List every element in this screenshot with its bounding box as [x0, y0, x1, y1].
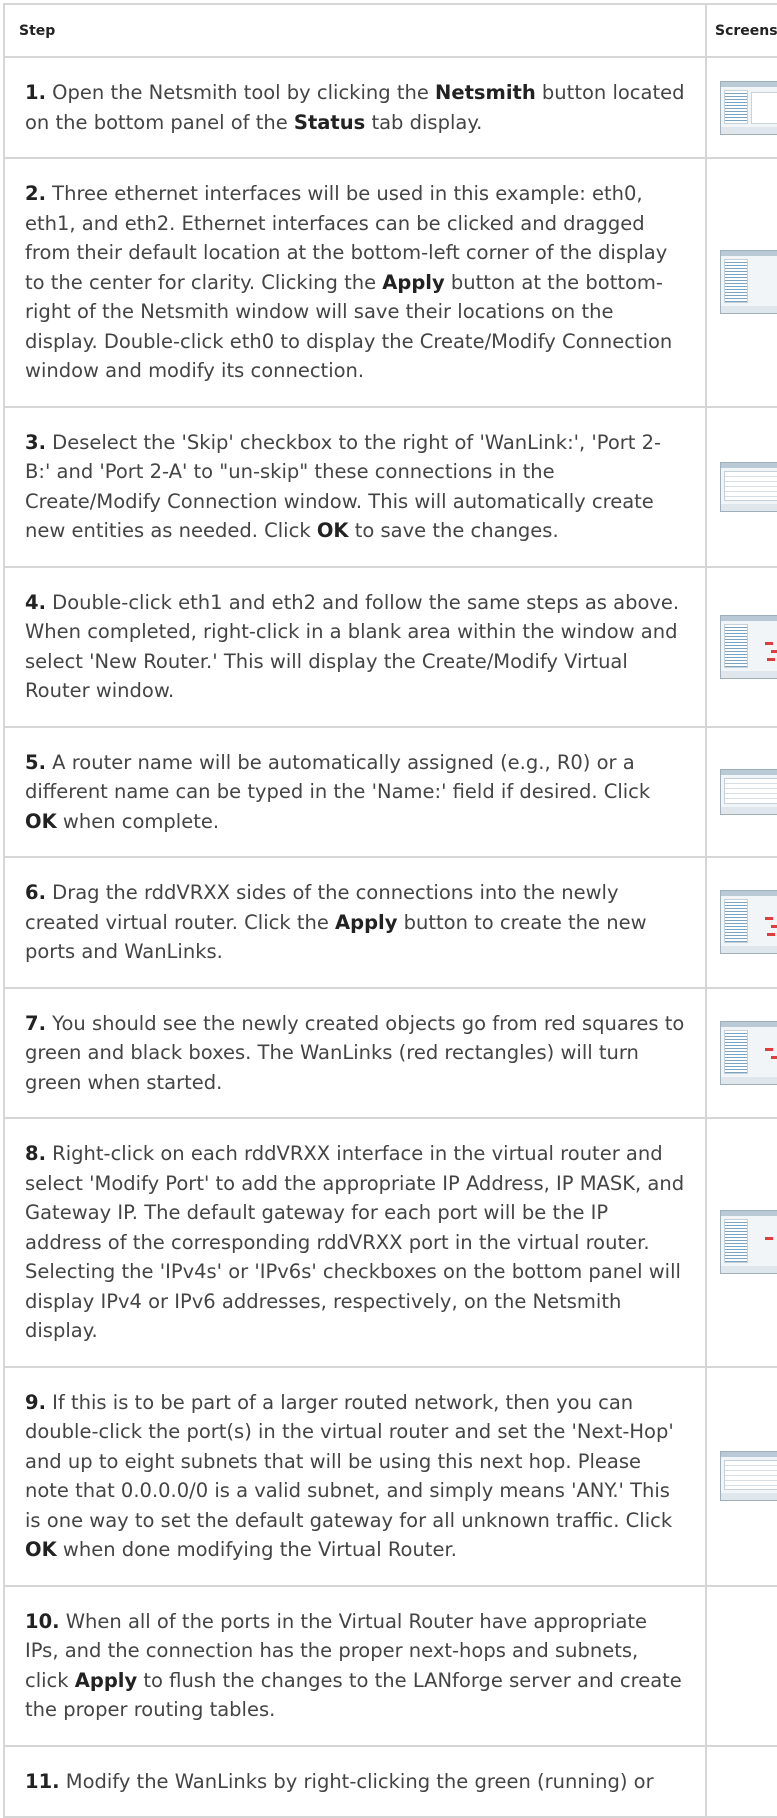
- step-6-text: 6. Drag the rddVRXX sides of the connect…: [3, 856, 707, 989]
- step-1-screenshot-thumbnail[interactable]: [720, 80, 777, 135]
- step-number: 2.: [25, 182, 46, 205]
- step-8-text: 8. Right-click on each rddVRXX interface…: [3, 1117, 707, 1368]
- step-2-screenshot-thumbnail[interactable]: [720, 250, 777, 315]
- step-1-screenshot-cell: [705, 56, 777, 159]
- step-bold-term: Apply: [335, 910, 398, 934]
- step-9-screenshot-thumbnail[interactable]: [720, 1451, 777, 1501]
- step-4-screenshot-thumbnail[interactable]: [720, 614, 777, 679]
- step-number: 3.: [25, 430, 46, 454]
- step-2-text: 2. Three ethernet interfaces will be use…: [3, 157, 707, 408]
- step-4-text: 4. Double-click eth1 and eth2 and follow…: [3, 565, 707, 728]
- table-row: 11. Modify the WanLinks by right-clickin…: [3, 1744, 777, 1818]
- step-text: You should see the newly created objects…: [25, 1011, 685, 1094]
- step-text: Open the Netsmith tool by clicking the: [45, 81, 436, 104]
- step-number: 4.: [25, 590, 46, 614]
- step-5-screenshot-thumbnail[interactable]: [720, 768, 777, 815]
- header-step: Step: [3, 3, 707, 58]
- step-number: 10.: [25, 1609, 60, 1633]
- step-11-text: 11. Modify the WanLinks by right-clickin…: [3, 1744, 707, 1818]
- header-screenshot: Screenshot: [705, 3, 777, 58]
- table-row: 8. Right-click on each rddVRXX interface…: [3, 1117, 777, 1368]
- step-3-screenshot-thumbnail[interactable]: [720, 461, 777, 512]
- table-row: 7. You should see the newly created obje…: [3, 986, 777, 1119]
- step-4-screenshot-cell: [705, 565, 777, 728]
- step-number: 9.: [25, 1390, 46, 1414]
- step-text: Double-click eth1 and eth2 and follow th…: [25, 590, 680, 703]
- step-bold-term: Apply: [74, 1668, 138, 1692]
- step-text: If this is to be part of a larger routed…: [25, 1390, 674, 1532]
- step-6-screenshot-cell: [705, 856, 777, 989]
- step-3-screenshot-cell: [705, 405, 777, 568]
- table-row: 3. Deselect the 'Skip' checkbox to the r…: [3, 405, 777, 568]
- step-number: 11.: [25, 1769, 60, 1793]
- step-text: A router name will be automatically assi…: [25, 750, 651, 804]
- step-text: when complete.: [56, 809, 220, 833]
- step-bold-term: Status: [293, 110, 366, 134]
- step-9-text: 9. If this is to be part of a larger rou…: [3, 1365, 707, 1587]
- step-text: when done modifying the Virtual Router.: [56, 1538, 457, 1561]
- step-8-screenshot-cell: [705, 1117, 777, 1368]
- step-bold-term: OK: [25, 809, 57, 833]
- step-6-screenshot-thumbnail[interactable]: [720, 890, 777, 955]
- step-text: to save the changes.: [348, 519, 559, 542]
- step-7-text: 7. You should see the newly created obje…: [3, 986, 707, 1119]
- step-7-screenshot-cell: [705, 986, 777, 1119]
- step-text: Right-click on each rddVRXX interface in…: [25, 1142, 685, 1342]
- step-7-screenshot-thumbnail[interactable]: [720, 1020, 777, 1085]
- table-row: 1. Open the Netsmith tool by clicking th…: [3, 56, 777, 159]
- table-header-row: Step Screenshot: [3, 3, 777, 58]
- step-bold-term: OK: [316, 519, 349, 542]
- table-row: 4. Double-click eth1 and eth2 and follow…: [3, 565, 777, 728]
- step-5-screenshot-cell: [705, 725, 777, 858]
- step-10-screenshot-cell: [705, 1584, 777, 1747]
- step-2-screenshot-cell: [705, 157, 777, 408]
- step-11-screenshot-cell: [705, 1744, 777, 1818]
- step-bold-term: Netsmith: [435, 81, 536, 104]
- table-row: 9. If this is to be part of a larger rou…: [3, 1365, 777, 1587]
- step-number: 1.: [25, 81, 46, 104]
- step-10-text: 10. When all of the ports in the Virtual…: [3, 1584, 707, 1747]
- step-number: 5.: [25, 750, 46, 774]
- step-1-text: 1. Open the Netsmith tool by clicking th…: [3, 56, 707, 159]
- step-9-screenshot-cell: [705, 1365, 777, 1587]
- step-number: 6.: [25, 881, 46, 904]
- step-text: Modify the WanLinks by right-clicking th…: [59, 1769, 654, 1793]
- step-3-text: 3. Deselect the 'Skip' checkbox to the r…: [3, 405, 707, 568]
- table-row: 2. Three ethernet interfaces will be use…: [3, 157, 777, 408]
- step-number: 7.: [25, 1011, 46, 1035]
- step-text: tab display.: [365, 110, 483, 134]
- step-bold-term: OK: [25, 1538, 57, 1561]
- step-8-screenshot-thumbnail[interactable]: [720, 1210, 777, 1275]
- table-row: 10. When all of the ports in the Virtual…: [3, 1584, 777, 1747]
- step-5-text: 5. A router name will be automatically a…: [3, 725, 707, 858]
- table-row: 5. A router name will be automatically a…: [3, 725, 777, 858]
- step-bold-term: Apply: [382, 270, 445, 294]
- steps-table: Step Screenshot 1. Open the Netsmith too…: [3, 3, 777, 1818]
- table-row: 6. Drag the rddVRXX sides of the connect…: [3, 856, 777, 989]
- step-number: 8.: [25, 1142, 46, 1165]
